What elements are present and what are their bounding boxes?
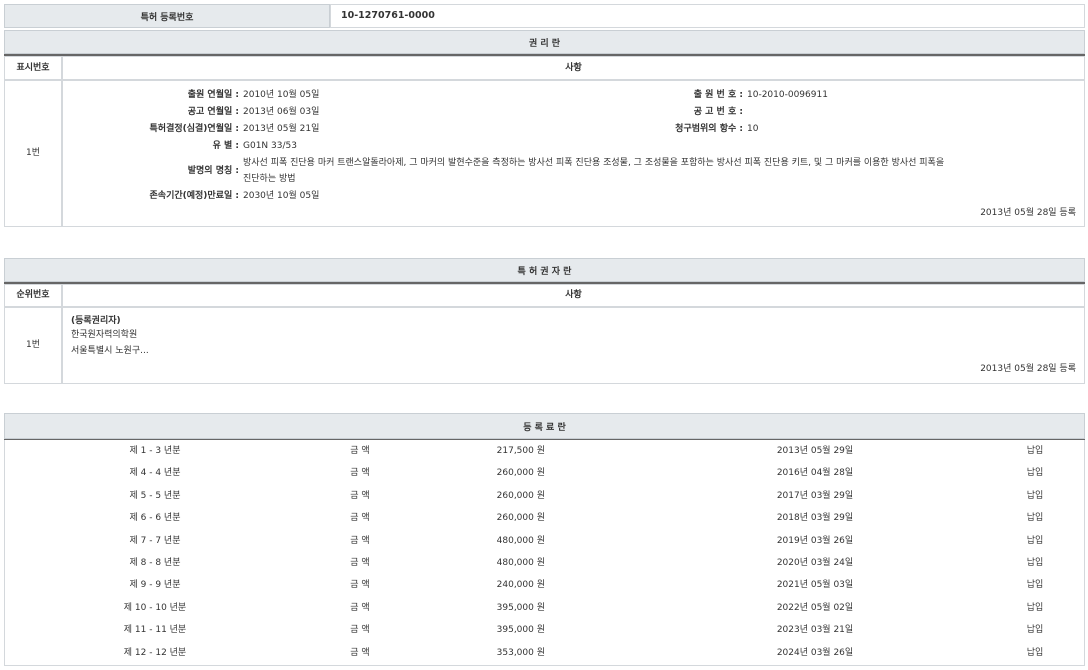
reg-number-value: 10-1270761-0000 bbox=[330, 4, 1085, 28]
fee-amount-label: 금 액 bbox=[335, 507, 385, 529]
fee-row: 제 12 - 12 년분 금 액 353,000 원 2024년 03월 26일 납입 bbox=[5, 642, 1085, 664]
fee-status: 납입 bbox=[1010, 597, 1060, 619]
claims-label: 청구범위의 항수 : bbox=[563, 121, 743, 138]
rights-col-index: 표시번호 bbox=[4, 56, 62, 80]
type-label: 유 별 : bbox=[63, 138, 239, 155]
fees-table: 제 1 - 3 년분금 액217,500 원2013년 05월 29일납입제 4… bbox=[4, 440, 1085, 666]
fee-amount-label: 금 액 bbox=[335, 619, 385, 641]
fee-status: 납입 bbox=[1010, 530, 1060, 552]
holders-col-detail: 사항 bbox=[62, 284, 1085, 307]
fee-status: 납입 bbox=[1010, 440, 1060, 462]
fee-amount-label: 금 액 bbox=[335, 462, 385, 484]
fee-amount-label: 금 액 bbox=[335, 552, 385, 574]
holder-role: (등록권리자) bbox=[71, 314, 121, 328]
fee-amount: 480,000 원 bbox=[445, 530, 545, 552]
fee-date: 2023년 03월 21일 bbox=[750, 619, 880, 641]
pub-no-label: 공 고 번 호 : bbox=[563, 104, 743, 121]
fees-section-title: 등 록 료 란 bbox=[4, 413, 1085, 439]
fee-row: 제 7 - 7 년분 금 액 480,000 원 2019년 03월 26일 납입 bbox=[5, 530, 1085, 552]
app-date-label: 출원 연월일 : bbox=[63, 87, 239, 104]
fee-amount: 395,000 원 bbox=[445, 597, 545, 619]
holders-index: 1번 bbox=[4, 307, 62, 384]
fee-row: 제 6 - 6 년분 금 액 260,000 원 2018년 03월 29일 납입 bbox=[5, 507, 1085, 529]
fee-status: 납입 bbox=[1010, 619, 1060, 641]
fee-status: 납입 bbox=[1010, 574, 1060, 596]
reg-number-label: 특허 등록번호 bbox=[4, 4, 330, 28]
rights-index: 1번 bbox=[4, 80, 62, 227]
fee-amount: 260,000 원 bbox=[445, 485, 545, 507]
decision-date-value: 2013년 05월 21일 bbox=[243, 121, 319, 138]
fee-date: 2019년 03월 26일 bbox=[750, 530, 880, 552]
fee-amount-label: 금 액 bbox=[335, 642, 385, 664]
fee-amount-label: 금 액 bbox=[335, 574, 385, 596]
fee-period: 제 5 - 5 년분 bbox=[95, 485, 215, 507]
app-no-value: 10-2010-0096911 bbox=[747, 87, 828, 104]
pub-date-value: 2013년 06월 03일 bbox=[243, 104, 319, 121]
fee-period: 제 11 - 11 년분 bbox=[95, 619, 215, 641]
fee-amount-label: 금 액 bbox=[335, 530, 385, 552]
rights-detail-cell: 출원 연월일 : 2010년 10월 05일 출 원 번 호 : 10-2010… bbox=[62, 80, 1085, 227]
invention-title-label: 발명의 명칭 : bbox=[63, 163, 239, 180]
fee-period: 제 6 - 6 년분 bbox=[95, 507, 215, 529]
claims-value: 10 bbox=[747, 121, 758, 138]
fee-row: 제 8 - 8 년분 금 액 480,000 원 2020년 03월 24일 납입 bbox=[5, 552, 1085, 574]
fee-period: 제 1 - 3 년분 bbox=[95, 440, 215, 462]
fee-period: 제 7 - 7 년분 bbox=[95, 530, 215, 552]
holder-name: 한국원자력의학원 bbox=[71, 328, 137, 342]
fee-row: 제 4 - 4 년분 금 액 260,000 원 2016년 04월 28일 납입 bbox=[5, 462, 1085, 484]
fee-row: 제 9 - 9 년분 금 액 240,000 원 2021년 05월 03일 납입 bbox=[5, 574, 1085, 596]
expiry-value: 2030년 10월 05일 bbox=[243, 188, 319, 205]
fee-row: 제 1 - 3 년분 금 액 217,500 원 2013년 05월 29일 납입 bbox=[5, 440, 1085, 462]
rights-col-detail: 사항 bbox=[62, 56, 1085, 80]
fee-date: 2021년 05월 03일 bbox=[750, 574, 880, 596]
fee-amount: 395,000 원 bbox=[445, 619, 545, 641]
fee-status: 납입 bbox=[1010, 552, 1060, 574]
fee-amount: 260,000 원 bbox=[445, 462, 545, 484]
fee-amount: 353,000 원 bbox=[445, 642, 545, 664]
fee-row: 제 5 - 5 년분 금 액 260,000 원 2017년 03월 29일 납입 bbox=[5, 485, 1085, 507]
fee-period: 제 10 - 10 년분 bbox=[95, 597, 215, 619]
fee-date: 2017년 03월 29일 bbox=[750, 485, 880, 507]
fee-date: 2022년 05월 02일 bbox=[750, 597, 880, 619]
fee-amount-label: 금 액 bbox=[335, 597, 385, 619]
invention-title-line-1: 방사선 피폭 진단용 마커 트랜스알돌라아제, 그 마커의 발현수준을 측정하는… bbox=[243, 155, 1078, 171]
fee-amount: 260,000 원 bbox=[445, 507, 545, 529]
fee-amount-label: 금 액 bbox=[335, 440, 385, 462]
fee-status: 납입 bbox=[1010, 485, 1060, 507]
fee-amount: 217,500 원 bbox=[445, 440, 545, 462]
invention-title-value: 방사선 피폭 진단용 마커 트랜스알돌라아제, 그 마커의 발현수준을 측정하는… bbox=[243, 155, 1078, 187]
fee-row: 제 11 - 11 년분 금 액 395,000 원 2023년 03월 21일 납입 bbox=[5, 619, 1085, 641]
fee-status: 납입 bbox=[1010, 642, 1060, 664]
fee-period: 제 8 - 8 년분 bbox=[95, 552, 215, 574]
holders-col-index: 순위번호 bbox=[4, 284, 62, 307]
fee-amount: 240,000 원 bbox=[445, 574, 545, 596]
rights-section-title: 권 리 란 bbox=[4, 30, 1085, 54]
fee-period: 제 9 - 9 년분 bbox=[95, 574, 215, 596]
fee-row: 제 10 - 10 년분 금 액 395,000 원 2022년 05월 02일 납입 bbox=[5, 597, 1085, 619]
invention-title-line-2: 진단하는 방법 bbox=[243, 171, 1078, 187]
fee-status: 납입 bbox=[1010, 462, 1060, 484]
fee-date: 2020년 03월 24일 bbox=[750, 552, 880, 574]
fee-date: 2016년 04월 28일 bbox=[750, 462, 880, 484]
fee-amount-label: 금 액 bbox=[335, 485, 385, 507]
fee-date: 2018년 03월 29일 bbox=[750, 507, 880, 529]
fee-status: 납입 bbox=[1010, 507, 1060, 529]
fee-date: 2013년 05월 29일 bbox=[750, 440, 880, 462]
fee-period: 제 4 - 4 년분 bbox=[95, 462, 215, 484]
expiry-label: 존속기간(예정)만료일 : bbox=[63, 188, 239, 205]
fee-date: 2024년 03월 26일 bbox=[750, 642, 880, 664]
type-value: G01N 33/53 bbox=[243, 138, 297, 155]
fee-amount: 480,000 원 bbox=[445, 552, 545, 574]
app-date-value: 2010년 10월 05일 bbox=[243, 87, 319, 104]
fee-period: 제 12 - 12 년분 bbox=[95, 642, 215, 664]
decision-date-label: 특허결정(심결)연월일 : bbox=[63, 121, 239, 138]
rights-registered-date: 2013년 05월 28일 등록 bbox=[980, 205, 1076, 222]
pub-date-label: 공고 연월일 : bbox=[63, 104, 239, 121]
holders-section-title: 특 허 권 자 란 bbox=[4, 258, 1085, 282]
holders-detail-cell: (등록권리자) 한국원자력의학원 서울특별시 노원구... 2013년 05월 … bbox=[62, 307, 1085, 384]
holder-address: 서울특별시 노원구... bbox=[71, 344, 149, 358]
holders-registered-date: 2013년 05월 28일 등록 bbox=[980, 362, 1076, 376]
app-no-label: 출 원 번 호 : bbox=[563, 87, 743, 104]
